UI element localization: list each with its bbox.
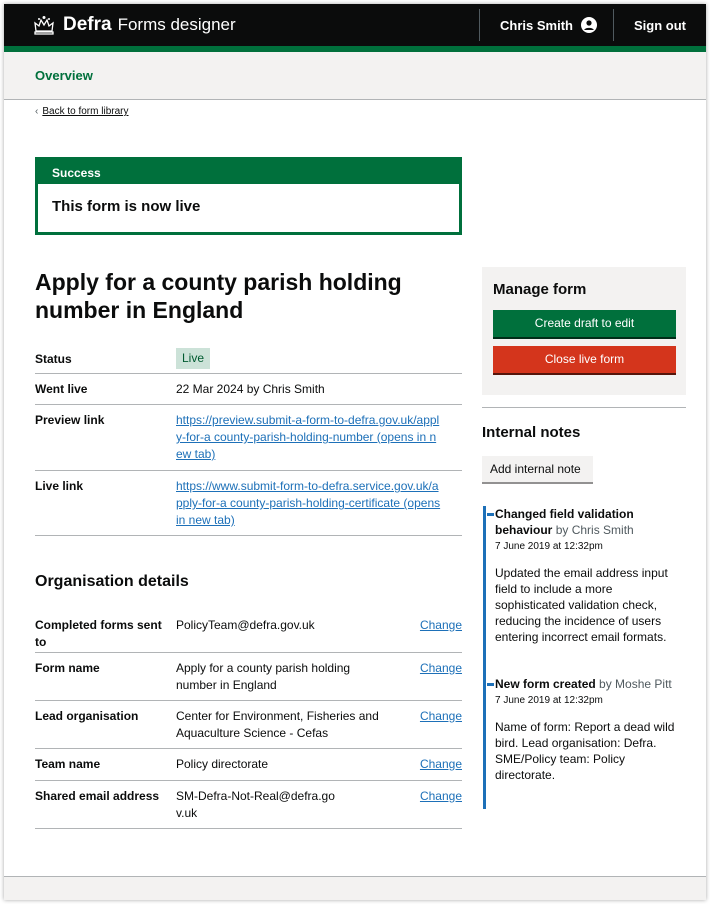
summary-key: Preview link	[35, 413, 105, 427]
timeline-marker	[487, 683, 494, 686]
org-row-shared-email: Shared email address SM-Defra-Not-Real@d…	[35, 781, 462, 829]
user-account-link[interactable]: Chris Smith	[480, 17, 613, 33]
form-summary-list: Status Live Went live 22 Mar 2024 by Chr…	[35, 344, 462, 536]
chevron-left-icon: ‹	[35, 106, 39, 117]
summary-value: https://www.submit-form-to-defra.service…	[176, 478, 462, 535]
org-row-completed-forms: Completed forms sent to PolicyTeam@defra…	[35, 610, 462, 653]
summary-key: Status	[35, 352, 72, 366]
summary-value: PolicyTeam@defra.gov.uk	[176, 618, 315, 632]
site-footer	[4, 876, 706, 900]
summary-action: Change	[418, 788, 462, 828]
product-name: Forms designer	[117, 15, 236, 34]
summary-value: Policy directorate	[176, 757, 269, 771]
preview-link[interactable]: https://preview.submit-a-form-to-defra.g…	[176, 413, 439, 461]
entry-body: Name of form: Report a dead wild bird. L…	[495, 720, 675, 782]
banner-heading: Success	[38, 160, 459, 184]
summary-key: Completed forms sent to	[35, 618, 162, 649]
summary-key: Form name	[35, 661, 100, 675]
create-draft-button[interactable]: Create draft to edit	[493, 310, 676, 337]
live-link[interactable]: https://www.submit-form-to-defra.service…	[176, 479, 440, 527]
back-link[interactable]: ‹ Back to form library	[35, 106, 128, 117]
entry-date: 7 June 2019 at 12:32pm	[495, 541, 603, 552]
notes-timeline: Changed field validation behaviour by Ch…	[483, 506, 686, 809]
summary-key: Team name	[35, 757, 101, 771]
manage-form-panel: Manage form Create draft to edit Close l…	[482, 267, 686, 395]
sign-out-link[interactable]: Sign out	[614, 18, 706, 33]
entry-date: 7 June 2019 at 12:32pm	[495, 695, 603, 706]
summary-action: Change	[418, 660, 462, 700]
summary-key: Shared email address	[35, 789, 160, 803]
sub-navigation: Overview	[4, 52, 706, 100]
summary-value: https://preview.submit-a-form-to-defra.g…	[176, 412, 462, 470]
summary-key: Went live	[35, 382, 88, 396]
internal-notes-heading: Internal notes	[482, 424, 581, 441]
summary-action: Change	[418, 617, 462, 652]
timeline-entry: New form created by Moshe Pitt 7 June 20…	[487, 676, 685, 783]
entry-body: Updated the email address input field to…	[495, 566, 668, 644]
banner-message: This form is now live	[52, 198, 201, 215]
status-badge: Live	[176, 348, 211, 369]
summary-action: Change	[418, 708, 462, 748]
header-account: Chris Smith Sign out	[479, 4, 706, 46]
app-frame: Defra Forms designer Chris Smith Sign ou…	[4, 4, 706, 900]
summary-key: Lead organisation	[35, 709, 139, 723]
summary-value: Live	[176, 348, 462, 373]
user-name: Chris Smith	[500, 17, 573, 33]
close-live-form-button[interactable]: Close live form	[493, 346, 676, 373]
change-team-name-link[interactable]: Change	[420, 757, 462, 771]
timeline-entry: Changed field validation behaviour by Ch…	[487, 506, 685, 645]
change-completed-forms-link[interactable]: Change	[420, 618, 462, 632]
org-row-team-name: Team name Policy directorate Change	[35, 749, 462, 781]
change-form-name-link[interactable]: Change	[420, 661, 462, 675]
manage-form-heading: Manage form	[493, 281, 587, 298]
summary-action: Change	[418, 756, 462, 780]
entry-author: by Chris Smith	[555, 523, 634, 537]
organisation-summary-list: Completed forms sent to PolicyTeam@defra…	[35, 610, 462, 829]
summary-row-live-link: Live link https://www.submit-form-to-def…	[35, 471, 462, 536]
summary-value: SM-Defra-Not-Real@defra.gov.uk	[176, 789, 335, 820]
org-row-lead-organisation: Lead organisation Center for Environment…	[35, 701, 462, 749]
brand-name: Defra	[63, 14, 112, 35]
entry-title: New form created	[495, 677, 596, 691]
summary-row-status: Status Live	[35, 344, 462, 374]
tab-overview[interactable]: Overview	[35, 68, 93, 83]
change-lead-organisation-link[interactable]: Change	[420, 709, 462, 723]
success-banner: Success This form is now live	[35, 157, 462, 235]
org-row-form-name: Form name Apply for a county parish hold…	[35, 653, 462, 701]
summary-value: Center for Environment, Fisheries and Aq…	[176, 709, 379, 740]
timeline-marker	[487, 513, 494, 516]
add-internal-note-button[interactable]: Add internal note	[482, 456, 593, 482]
user-circle-icon	[581, 17, 597, 33]
page-title: Apply for a county parish holding number…	[35, 269, 402, 323]
brand[interactable]: Defra Forms designer	[33, 14, 236, 36]
summary-value: 22 Mar 2024 by Chris Smith	[176, 382, 325, 396]
entry-heading: New form created by Moshe Pitt	[495, 676, 685, 692]
section-divider	[482, 407, 686, 408]
change-shared-email-link[interactable]: Change	[420, 789, 462, 803]
organisation-details-heading: Organisation details	[35, 573, 189, 590]
back-link-text: Back to form library	[42, 106, 129, 117]
entry-heading: Changed field validation behaviour by Ch…	[495, 506, 685, 538]
site-header: Defra Forms designer Chris Smith Sign ou…	[4, 4, 706, 46]
summary-key: Live link	[35, 479, 84, 493]
summary-value: Apply for a county parish holding number…	[176, 661, 351, 692]
entry-author: by Moshe Pitt	[599, 677, 672, 691]
summary-row-preview-link: Preview link https://preview.submit-a-fo…	[35, 405, 462, 471]
crown-icon	[34, 16, 54, 35]
summary-row-went-live: Went live 22 Mar 2024 by Chris Smith	[35, 374, 462, 405]
